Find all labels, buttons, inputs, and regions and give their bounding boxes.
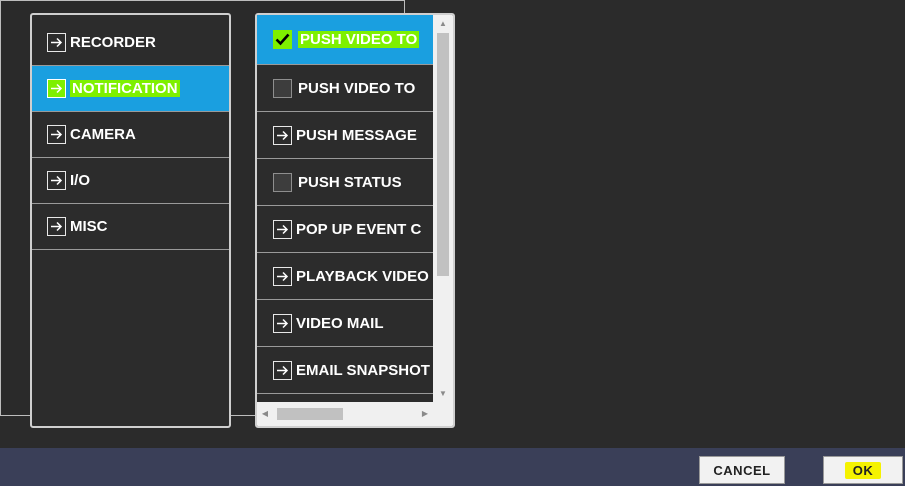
option-popup-event[interactable]: POP UP EVENT C — [257, 206, 433, 253]
option-label: PUSH MESSAGE — [296, 126, 417, 144]
checkbox-icon[interactable] — [273, 78, 292, 98]
menu-item-label: MISC — [70, 218, 108, 235]
arrow-right-icon — [273, 125, 292, 145]
menu-item-recorder[interactable]: RECORDER — [32, 20, 229, 66]
checkbox-icon[interactable] — [273, 172, 292, 192]
menu-item-label: CAMERA — [70, 126, 136, 143]
arrow-right-icon — [273, 360, 292, 380]
option-push-video-1[interactable]: PUSH VIDEO TO — [257, 15, 433, 65]
menu-item-label: NOTIFICATION — [70, 80, 180, 97]
menu-item-label: RECORDER — [70, 34, 156, 51]
option-label: VIDEO MAIL — [296, 314, 384, 332]
scrollbar-corner — [433, 402, 453, 426]
scroll-right-icon[interactable]: ▶ — [417, 402, 433, 426]
scroll-down-icon[interactable]: ▼ — [433, 385, 453, 402]
cancel-button[interactable]: CANCEL — [699, 456, 785, 484]
options-list: PUSH VIDEO TO PUSH VIDEO TO PUSH MESSAGE… — [257, 15, 433, 426]
option-push-video-2[interactable]: PUSH VIDEO TO — [257, 65, 433, 112]
arrow-right-icon — [273, 266, 292, 286]
arrow-right-icon — [47, 217, 66, 236]
arrow-right-icon — [47, 171, 66, 190]
ok-button-label: OK — [844, 461, 882, 479]
menu-item-notification[interactable]: NOTIFICATION — [32, 66, 229, 112]
category-list: RECORDER NOTIFICATION CAMERA I/O MISC — [30, 13, 231, 428]
horizontal-scroll-thumb[interactable] — [277, 408, 343, 420]
option-push-status[interactable]: PUSH STATUS — [257, 159, 433, 206]
menu-item-io[interactable]: I/O — [32, 158, 229, 204]
arrow-right-icon — [273, 219, 292, 239]
arrow-right-icon — [47, 79, 66, 98]
vertical-scrollbar[interactable]: ▲ ▼ — [433, 15, 453, 402]
menu-item-misc[interactable]: MISC — [32, 204, 229, 250]
ok-button[interactable]: OK — [823, 456, 903, 484]
option-email-snapshot[interactable]: EMAIL SNAPSHOT — [257, 347, 433, 394]
horizontal-scrollbar[interactable]: ◀ ▶ — [257, 402, 433, 426]
menu-item-camera[interactable]: CAMERA — [32, 112, 229, 158]
notification-options-list: PUSH VIDEO TO PUSH VIDEO TO PUSH MESSAGE… — [255, 13, 455, 428]
arrow-right-icon — [47, 33, 66, 52]
option-label: PUSH STATUS — [298, 173, 402, 191]
scroll-left-icon[interactable]: ◀ — [257, 402, 273, 426]
option-push-message[interactable]: PUSH MESSAGE — [257, 112, 433, 159]
cancel-button-label: CANCEL — [713, 462, 771, 478]
vertical-scroll-thumb[interactable] — [437, 33, 449, 276]
option-label: PUSH VIDEO TO — [298, 79, 416, 97]
checkbox-checked-icon[interactable] — [273, 30, 292, 49]
arrow-right-icon — [47, 125, 66, 144]
menu-item-label: I/O — [70, 172, 91, 189]
option-video-mail[interactable]: VIDEO MAIL — [257, 300, 433, 347]
scroll-up-icon[interactable]: ▲ — [433, 15, 453, 32]
option-label: POP UP EVENT C — [296, 220, 422, 238]
option-playback-video[interactable]: PLAYBACK VIDEO — [257, 253, 433, 300]
arrow-right-icon — [273, 313, 292, 333]
option-label: EMAIL SNAPSHOT — [296, 361, 430, 379]
option-label: PLAYBACK VIDEO — [296, 267, 429, 285]
option-label: PUSH VIDEO TO — [298, 31, 420, 48]
